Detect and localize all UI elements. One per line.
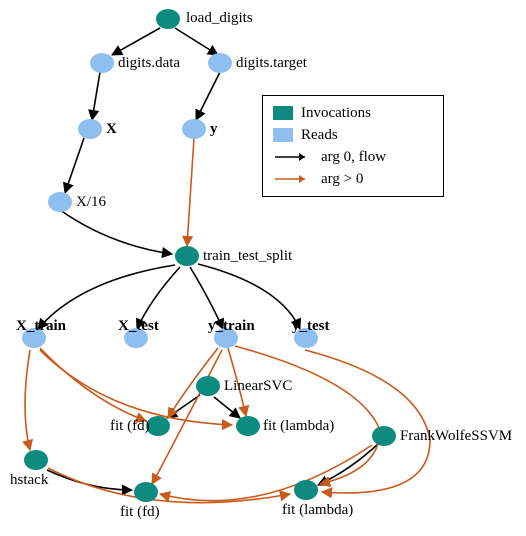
node-fit-lambda2 (294, 480, 318, 500)
legend-row-invocations: Invocations (273, 102, 433, 124)
node-digits-data (90, 53, 114, 73)
node-y-test (294, 328, 318, 348)
node-load-digits (156, 9, 180, 29)
node-train-test-split (175, 246, 199, 266)
nodes (22, 9, 396, 502)
swatch-reads (273, 128, 293, 142)
legend-row-argplus: arg > 0 (273, 168, 433, 190)
node-y-train (214, 328, 238, 348)
node-fit-lambda1 (236, 416, 260, 436)
legend-row-arg0: arg 0, flow (273, 146, 433, 168)
node-digits-target (208, 53, 232, 73)
legend-label-invocations: Invocations (301, 105, 371, 122)
node-linearsvc (196, 376, 220, 396)
swatch-invocations (273, 106, 293, 120)
arrow-orange-icon (273, 170, 313, 188)
node-X (78, 119, 102, 139)
legend-row-reads: Reads (273, 124, 433, 146)
node-X-train (22, 328, 46, 348)
legend-label-argplus: arg > 0 (321, 171, 363, 188)
arrow-black-icon (273, 148, 313, 166)
node-hstack (24, 450, 48, 470)
node-y (182, 119, 206, 139)
legend-label-arg0: arg 0, flow (321, 149, 386, 166)
legend-label-reads: Reads (301, 127, 338, 144)
node-frankwolfessvm (372, 426, 396, 446)
node-X-test (124, 328, 148, 348)
legend: Invocations Reads arg 0, flow arg > 0 (262, 95, 444, 197)
diagram-canvas (0, 0, 526, 536)
node-fit-fd2 (134, 482, 158, 502)
node-fit-fd1 (146, 416, 170, 436)
node-Xdiv16 (48, 192, 72, 212)
